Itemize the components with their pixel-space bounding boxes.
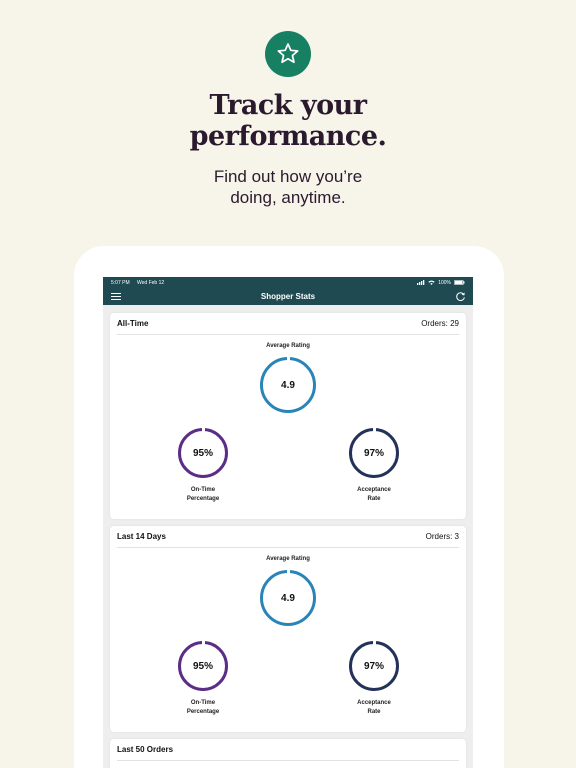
on-time-label-line-2: Percentage [186, 709, 220, 715]
headline: Track your performance. [0, 90, 576, 152]
on-time-label-line-1: On-Time [190, 700, 216, 706]
wifi-icon [428, 280, 435, 285]
stats-card-last-50-orders: Last 50 Orders [110, 739, 466, 768]
acceptance-value: 97% [363, 660, 384, 672]
acceptance-value: 97% [363, 447, 384, 459]
card-title: All-Time [117, 319, 149, 328]
card-header: Last 50 Orders [117, 739, 459, 761]
stats-card-all-time: All-Time Orders: 29 Average Rating 4.9 9… [110, 313, 466, 519]
nav-bar: Shopper Stats [103, 288, 473, 305]
on-time-ring: 95% [178, 640, 228, 691]
status-date: Wed Feb 12 [137, 279, 165, 286]
orders-count: Orders: 3 [425, 532, 459, 541]
on-time-ring: 95% [178, 427, 228, 478]
subheadline-line-2: doing, anytime. [230, 188, 346, 207]
signal-icon [417, 280, 425, 285]
star-icon [277, 43, 299, 64]
acceptance-label-line-1: Acceptance [357, 487, 391, 493]
on-time-label-line-1: On-Time [190, 487, 216, 493]
refresh-icon[interactable] [455, 291, 466, 302]
status-bar: 5:07 PM Wed Feb 12 100% [103, 277, 473, 288]
battery-percent: 100% [438, 279, 451, 286]
acceptance-ring: 97% [349, 427, 399, 478]
acceptance-label-line-1: Acceptance [357, 700, 391, 706]
average-rating-value: 4.9 [281, 592, 295, 604]
app-screen: 5:07 PM Wed Feb 12 100% Shopper Stats Al… [103, 277, 473, 768]
star-badge [265, 31, 311, 77]
acceptance-label-line-2: Rate [367, 496, 381, 502]
stats-card-last-14-days: Last 14 Days Orders: 3 Average Rating 4.… [110, 526, 466, 732]
acceptance-label-line-2: Rate [367, 709, 381, 715]
average-rating-label: Average Rating [266, 343, 310, 349]
card-title: Last 50 Orders [117, 745, 174, 754]
average-rating-ring: 4.9 [260, 569, 316, 626]
card-header: Last 14 Days Orders: 3 [117, 526, 459, 548]
status-time: 5:07 PM [111, 279, 130, 286]
acceptance-label: Acceptance Rate [329, 699, 419, 717]
average-rating-value: 4.9 [281, 379, 295, 391]
on-time-label: On-Time Percentage [158, 699, 248, 717]
orders-count: Orders: 29 [421, 319, 459, 328]
average-rating-label: Average Rating [266, 556, 310, 562]
hamburger-menu-icon[interactable] [111, 292, 121, 301]
average-rating-ring: 4.9 [260, 356, 316, 413]
card-title: Last 14 Days [117, 532, 166, 541]
on-time-label-line-2: Percentage [186, 496, 220, 502]
battery-icon [454, 280, 465, 285]
acceptance-ring: 97% [349, 640, 399, 691]
nav-title: Shopper Stats [260, 292, 316, 301]
on-time-label: On-Time Percentage [158, 486, 248, 504]
acceptance-label: Acceptance Rate [329, 486, 419, 504]
headline-line-1: Track your [209, 90, 367, 121]
on-time-value: 95% [192, 660, 213, 672]
on-time-value: 95% [192, 447, 213, 459]
headline-line-2: performance. [189, 121, 387, 152]
card-header: All-Time Orders: 29 [117, 313, 459, 335]
subheadline: Find out how you’re doing, anytime. [0, 166, 576, 208]
subheadline-line-1: Find out how you’re [213, 167, 363, 186]
